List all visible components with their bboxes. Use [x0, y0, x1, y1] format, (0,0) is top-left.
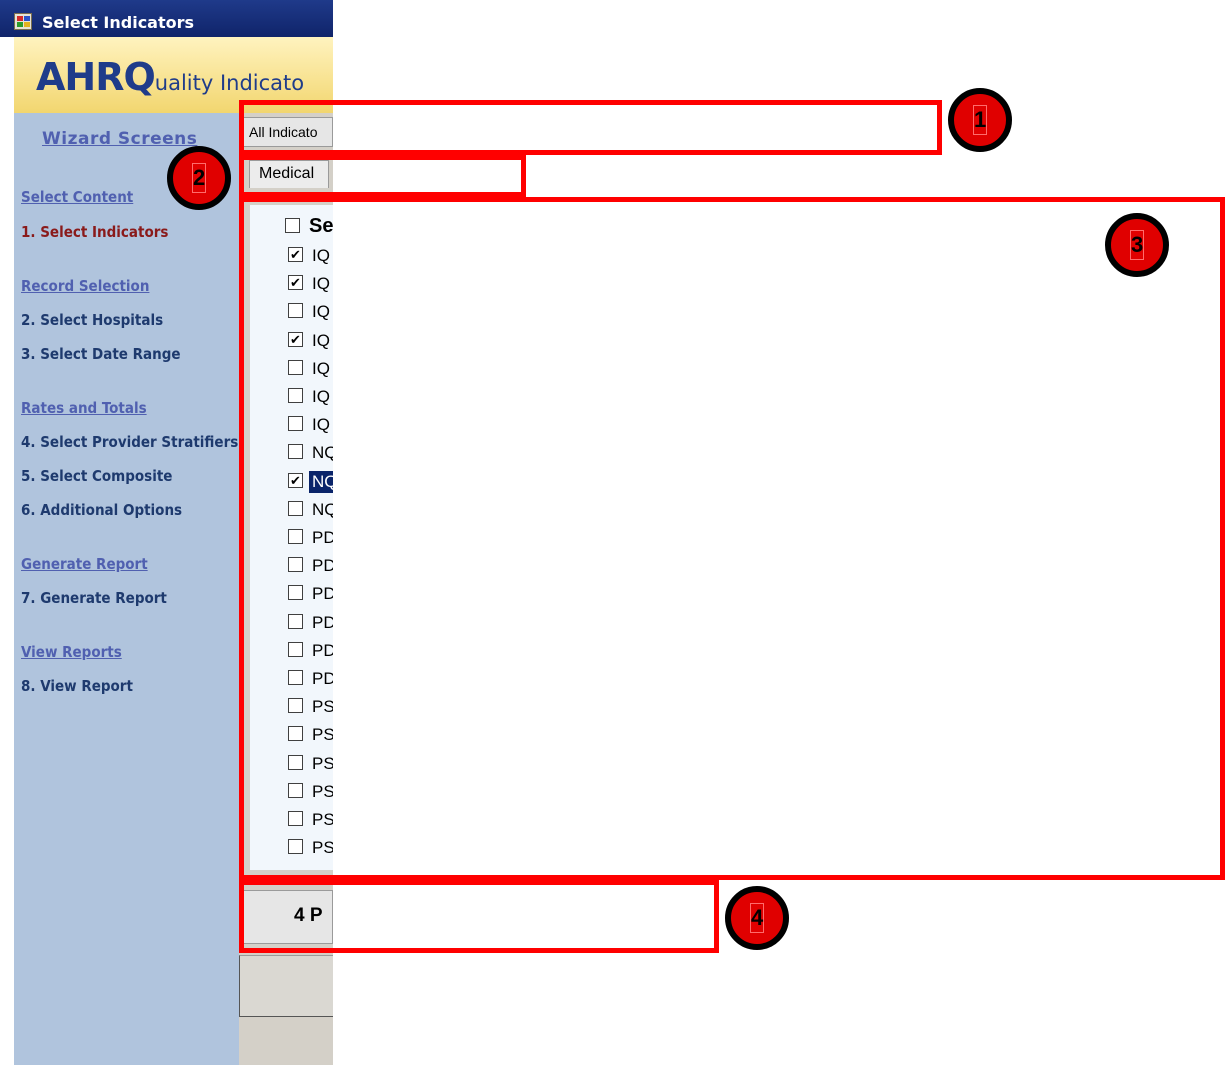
- sidebar-item-6[interactable]: 4. Select Provider Stratifiers: [21, 433, 238, 451]
- annotation-badge-2: 2: [167, 146, 231, 210]
- sidebar-item-5[interactable]: Rates and Totals: [21, 399, 147, 417]
- app-icon: [14, 13, 32, 30]
- sidebar-item-12[interactable]: 8. View Report: [21, 677, 133, 695]
- sidebar-item-3[interactable]: 2. Select Hospitals: [21, 311, 163, 329]
- annotation-badge-4: 4: [725, 886, 789, 950]
- sidebar-edge: [8, 113, 14, 1065]
- button-area: [239, 955, 333, 1017]
- annotation-box-4: [239, 880, 719, 953]
- window-titlebar: Select Indicators: [0, 0, 333, 37]
- annotation-badge-3: 3: [1105, 213, 1169, 277]
- annotation-box-3: [239, 197, 1225, 880]
- sidebar-item-11[interactable]: View Reports: [21, 643, 122, 661]
- wizard-screens-heading[interactable]: Wizard Screens: [42, 129, 197, 149]
- sidebar-item-9[interactable]: Generate Report: [21, 555, 148, 573]
- sidebar-item-10[interactable]: 7. Generate Report: [21, 589, 167, 607]
- sidebar-item-4[interactable]: 3. Select Date Range: [21, 345, 181, 363]
- ahrq-logo: AHRQuality Indicato: [36, 55, 305, 99]
- annotation-box-1: [239, 100, 942, 155]
- wizard-sidebar: Wizard Screens Select Content 1. Select I…: [8, 113, 239, 1065]
- annotation-badge-1: 1: [948, 88, 1012, 152]
- annotation-box-2: [239, 155, 526, 197]
- window-title: Select Indicators: [42, 13, 195, 32]
- sidebar-item-8[interactable]: 6. Additional Options: [21, 501, 182, 519]
- sidebar-item-2[interactable]: Record Selection: [21, 277, 149, 295]
- sidebar-item-1[interactable]: 1. Select Indicators: [21, 223, 168, 241]
- sidebar-item-0[interactable]: Select Content: [21, 188, 133, 206]
- sidebar-item-7[interactable]: 5. Select Composite: [21, 467, 172, 485]
